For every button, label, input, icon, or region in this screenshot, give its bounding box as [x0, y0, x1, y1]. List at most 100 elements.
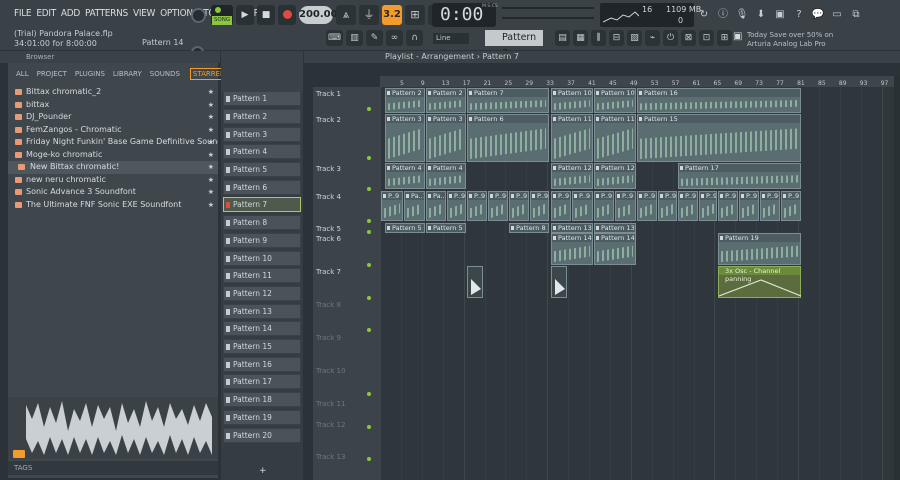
master-volume-knob[interactable]	[191, 8, 206, 23]
list-item[interactable]: Bittax chromatic_2 ★	[8, 86, 218, 99]
track-mute-led[interactable]	[367, 156, 371, 160]
pattern-clip[interactable]: Pattern 8	[509, 223, 549, 233]
tags-bar[interactable]: TAGS	[8, 461, 218, 475]
pattern-clip[interactable]: Pattern 12	[551, 163, 593, 189]
pattern-clip[interactable]: Pattern 13	[551, 223, 593, 233]
track-label[interactable]: Track 12	[316, 421, 345, 429]
pattern-item[interactable]: Pattern 16	[223, 357, 301, 372]
pattern-clip[interactable]: P..9	[530, 191, 549, 221]
track-label[interactable]: Track 11	[316, 400, 345, 408]
star-icon[interactable]: ★	[208, 99, 214, 112]
browser-icon[interactable]: ▧	[627, 30, 642, 46]
pattern-item[interactable]: Pattern 2	[223, 109, 301, 124]
mixer-icon[interactable]: ⫼	[591, 30, 606, 46]
track-label[interactable]: Track 4	[316, 193, 341, 201]
pattern-item[interactable]: Pattern 12	[223, 286, 301, 301]
track-mute-led[interactable]	[367, 230, 371, 234]
tab-sounds[interactable]: SOUNDS	[150, 70, 180, 78]
news-ticker[interactable]: Today Save over 50% on Arturia Analog La…	[747, 31, 833, 48]
pattern-clip[interactable]: P..9	[488, 191, 508, 221]
pattern-clip[interactable]: Pattern 10	[594, 88, 636, 113]
track-mute-led[interactable]	[367, 328, 371, 332]
track-mute-led[interactable]	[367, 219, 371, 223]
menu-patterns[interactable]: PATTERNS	[85, 8, 128, 19]
pattern-item[interactable]: Pattern 20	[223, 428, 301, 443]
pattern-clip[interactable]: Pattern 7	[467, 88, 549, 113]
list-item[interactable]: DJ_Pounder ★	[8, 111, 218, 124]
star-icon[interactable]: ★	[208, 186, 214, 199]
pattern-item[interactable]: Pattern 17	[223, 374, 301, 389]
stop-button[interactable]: ■	[257, 5, 275, 25]
list-item-selected[interactable]: New Bittax chromatic! ★	[8, 161, 218, 174]
tab-project[interactable]: PROJECT	[37, 70, 67, 78]
track-label[interactable]: Track 6	[316, 235, 341, 243]
pattern-item[interactable]: Pattern 8	[223, 215, 301, 230]
automation-clip[interactable]: 3x Osc - Channel panning	[718, 266, 801, 298]
track-mute-led[interactable]	[367, 425, 371, 429]
metronome-icon[interactable]: ⩓	[336, 5, 356, 25]
pattern-item[interactable]: Pattern 10	[223, 251, 301, 266]
pattern-clip[interactable]: P..9	[760, 191, 780, 221]
pattern-item[interactable]: Pattern 3	[223, 127, 301, 142]
display-icon[interactable]: ⊞	[717, 30, 732, 46]
tempo-display[interactable]: 200.000	[299, 6, 345, 24]
pattern-clip[interactable]: Pattern 4	[426, 163, 466, 189]
star-icon[interactable]: ★	[208, 199, 214, 212]
piano-keyboard-icon[interactable]: ⌨	[326, 30, 343, 46]
pattern-clip[interactable]: P..9	[594, 191, 614, 221]
save-icon[interactable]: ▣	[773, 6, 787, 24]
audio-clip[interactable]	[467, 266, 483, 298]
playlist-icon[interactable]: ▤	[555, 30, 570, 46]
audio-clip[interactable]	[551, 266, 567, 298]
list-item[interactable]: The Ultimate FNF Sonic EXE Soundfont ★	[8, 199, 218, 212]
pattern-item[interactable]: Pattern 13	[223, 304, 301, 319]
undo-icon[interactable]: ↻	[697, 6, 711, 24]
speaker-icon[interactable]: ⊡	[699, 30, 714, 46]
star-icon[interactable]: ★	[208, 111, 214, 124]
pattern-clip[interactable]: Pa..1	[404, 191, 425, 221]
star-icon[interactable]: ★	[208, 136, 214, 149]
blend-notes-icon[interactable]: ⊞	[405, 5, 425, 25]
list-item[interactable]: Friday Night Funkin' Base Game Definitiv…	[8, 136, 218, 149]
pattern-clip[interactable]: Pattern 5	[426, 223, 466, 233]
pattern-clip[interactable]: P..9	[551, 191, 571, 221]
menu-add[interactable]: ADD	[61, 8, 80, 19]
channel-rack-icon[interactable]: ▥	[346, 30, 363, 46]
pattern-clip[interactable]: Pattern 5	[385, 223, 425, 233]
track-mute-led[interactable]	[367, 296, 371, 300]
pattern-clip[interactable]: P..9	[381, 191, 403, 221]
pattern-clip[interactable]: Pattern 3	[426, 114, 466, 162]
pattern-selector[interactable]: Pattern 7	[485, 30, 543, 59]
pattern-clip[interactable]: Pattern 13	[594, 223, 636, 233]
pattern-clip[interactable]: P..9	[781, 191, 801, 221]
pattern-clip[interactable]: Pattern 14	[551, 233, 593, 265]
question-icon[interactable]: ?	[792, 6, 806, 24]
pattern-clip[interactable]: P..9	[447, 191, 466, 221]
track-mute-led[interactable]	[367, 457, 371, 461]
list-item[interactable]: bittax ★	[8, 99, 218, 112]
tab-plugins[interactable]: PLUGINS	[75, 70, 105, 78]
chat-icon[interactable]: 💬	[811, 6, 825, 24]
browser-header[interactable]: Browser	[0, 51, 220, 63]
menu-edit[interactable]: EDIT	[36, 8, 56, 19]
window-icon[interactable]: ⧉	[849, 6, 863, 24]
star-icon[interactable]: ★	[208, 149, 214, 162]
magnet-icon[interactable]: ∩	[406, 30, 423, 46]
folder-icon[interactable]: ▭	[830, 6, 844, 24]
song-mode-button[interactable]: SONG	[211, 5, 233, 25]
pattern-clip[interactable]: P..9	[678, 191, 698, 221]
track-mute-led[interactable]	[367, 187, 371, 191]
download-icon[interactable]: ⬇	[754, 6, 768, 24]
pattern-clip[interactable]: P..9	[467, 191, 487, 221]
list-item[interactable]: Sonic Advance 3 Soundfont ★	[8, 186, 218, 199]
track-label[interactable]: Track 1	[316, 90, 341, 98]
pattern-clip[interactable]: P..9	[699, 191, 717, 221]
pattern-clip[interactable]: P..9	[718, 191, 738, 221]
microphone-icon[interactable]: 🎙	[735, 6, 749, 24]
pattern-clip[interactable]: P..9	[572, 191, 593, 221]
track-mute-led[interactable]	[367, 107, 371, 111]
pattern-item[interactable]: Pattern 1	[223, 91, 301, 106]
pattern-clip[interactable]: P..9	[615, 191, 636, 221]
pattern-clip[interactable]: Pattern 10	[551, 88, 593, 113]
playlist-title[interactable]: Playlist - Arrangement › Pattern 7	[385, 52, 519, 61]
